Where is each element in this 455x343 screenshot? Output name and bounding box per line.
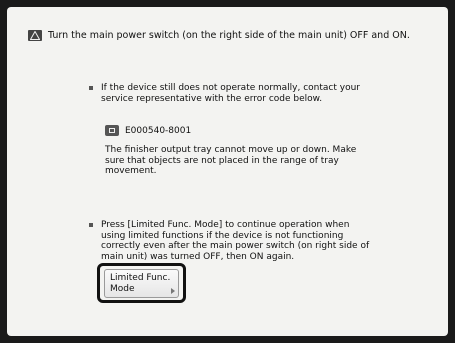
limited-func-button-line1: Limited Func.: [110, 273, 171, 283]
limited-func-text: Press [Limited Func. Mode] to continue o…: [101, 220, 370, 262]
chevron-right-icon: [171, 288, 175, 294]
device-frame: Turn the main power switch (on the right…: [0, 0, 455, 343]
contact-text: If the device still does not operate nor…: [101, 83, 360, 104]
error-description: The finisher output tray cannot move up …: [105, 145, 357, 176]
warning-icon: [28, 30, 42, 41]
limited-func-button-line2: Mode: [110, 283, 135, 294]
error-code: E000540-8001: [125, 125, 192, 136]
limited-func-mode-button[interactable]: Limited Func. Mode: [104, 269, 179, 298]
error-screen: Turn the main power switch (on the right…: [7, 7, 448, 336]
error-code-row: E000540-8001: [105, 125, 191, 136]
error-code-icon: [105, 125, 119, 136]
header-instruction-text: Turn the main power switch (on the right…: [48, 30, 410, 41]
contact-bullet: If the device still does not operate nor…: [89, 83, 373, 104]
limited-func-bullet: Press [Limited Func. Mode] to continue o…: [89, 220, 373, 262]
bullet-dot: [89, 223, 93, 227]
bullet-dot: [89, 86, 93, 90]
header-instruction-row: Turn the main power switch (on the right…: [28, 30, 448, 41]
